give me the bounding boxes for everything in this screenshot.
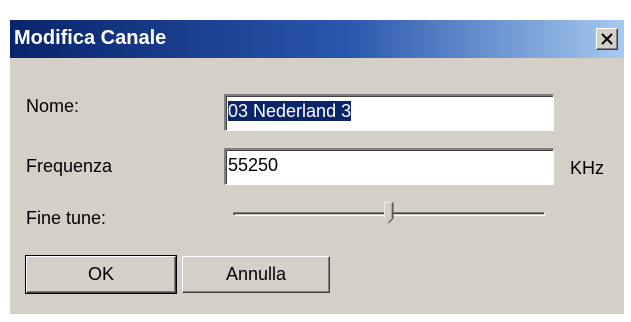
dialog-body: Nome: 03 Nederland 3 Frequenza 55250 KHz… xyxy=(10,58,624,314)
frequency-field-value: 55250 xyxy=(228,155,279,175)
name-label: Nome: xyxy=(26,96,80,116)
name-field-value: 03 Nederland 3 xyxy=(228,101,352,121)
frequency-unit: KHz xyxy=(570,158,605,178)
name-field[interactable]: 03 Nederland 3 xyxy=(224,94,554,131)
title-bar[interactable]: Modifica Canale xyxy=(10,20,624,58)
window-title: Modifica Canale xyxy=(14,27,167,49)
fine-tune-slider-thumb[interactable] xyxy=(384,202,394,224)
edit-channel-dialog: Modifica Canale Nome: 03 Nederland 3 Fre… xyxy=(0,0,631,322)
frequency-field[interactable]: 55250 xyxy=(224,148,554,185)
close-icon xyxy=(601,33,613,45)
fine-tune-label: Fine tune: xyxy=(26,208,107,228)
ok-button[interactable]: OK xyxy=(25,255,177,294)
cancel-button[interactable]: Annulla xyxy=(182,256,330,293)
close-button[interactable] xyxy=(596,28,618,50)
frequency-label: Frequenza xyxy=(26,156,113,176)
